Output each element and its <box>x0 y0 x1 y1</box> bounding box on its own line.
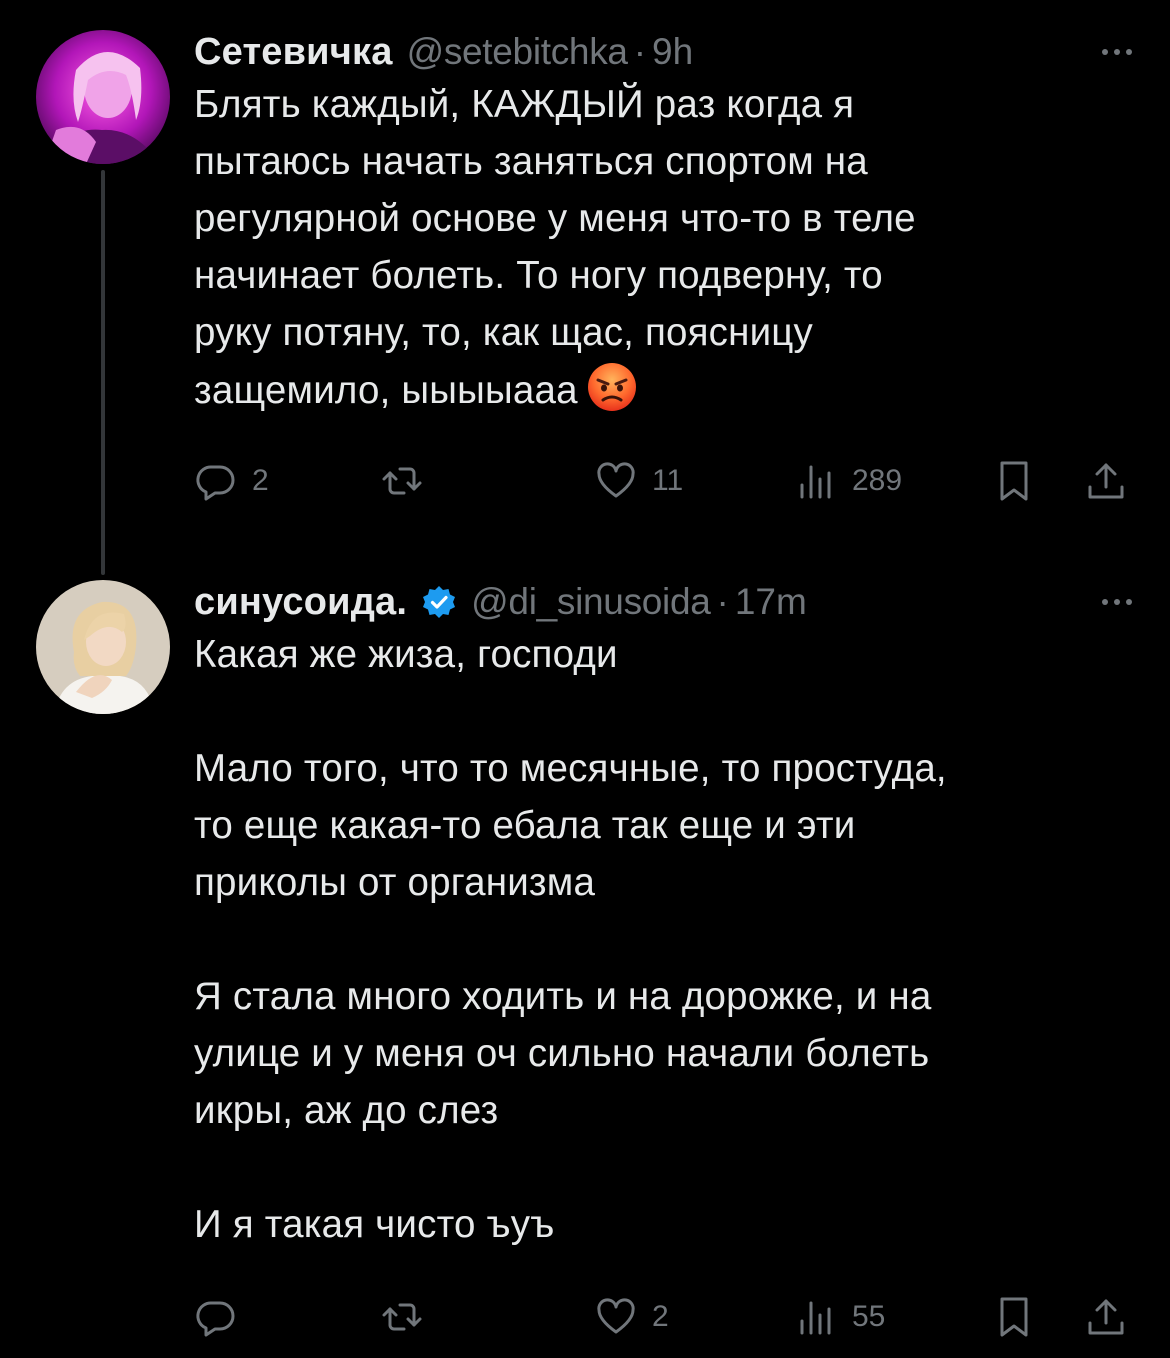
like-icon <box>597 1298 635 1334</box>
more-icon[interactable] <box>1092 578 1142 626</box>
paragraph: Блять каждый, КАЖДЫЙ раз когда я пытаюсь… <box>194 76 1134 419</box>
views-count: 55 <box>852 1300 886 1333</box>
timestamp[interactable]: 9h <box>652 28 693 76</box>
tweet-header: синусоида. @di_sinusoida · 17m <box>194 578 1134 626</box>
like-count: 2 <box>652 1300 669 1333</box>
text-line: регулярной основе у меня что-то в теле <box>194 197 916 240</box>
paragraph: Я стала много ходить и на дорожке, и на … <box>194 968 1134 1139</box>
tweet-text: Какая же жиза, господи Мало того, что то… <box>194 626 1134 1253</box>
reply-icon <box>196 1301 235 1337</box>
text-line: пытаюсь начать заняться спортом на <box>194 140 868 183</box>
tweet-header: Сетевичка @setebitchka · 9h <box>194 28 1134 76</box>
avatar-image <box>36 30 170 164</box>
paragraph: И я такая чисто ъуъ <box>194 1196 1134 1253</box>
retweet-icon <box>382 1303 422 1331</box>
tweet-text: Блять каждый, КАЖДЫЙ раз когда я пытаюсь… <box>194 76 1134 419</box>
share-icon <box>1088 463 1124 499</box>
retweet-button[interactable] <box>380 451 438 511</box>
user-handle[interactable]: @di_sinusoida <box>471 578 711 626</box>
views-icon <box>800 465 831 499</box>
separator-dot: · <box>716 581 729 622</box>
bookmark-button[interactable] <box>992 451 1036 511</box>
text-line: Мало того, что то месячные, то простуда, <box>194 747 947 790</box>
text-line: то еще какая-то ебала так еще и эти <box>194 804 856 847</box>
avatar[interactable] <box>36 30 170 164</box>
retweet-button[interactable] <box>380 1287 438 1347</box>
like-button[interactable]: 2 <box>594 1287 669 1347</box>
paragraph: Мало того, что то месячные, то простуда,… <box>194 740 1134 911</box>
thread-line <box>101 170 105 575</box>
user-handle[interactable]: @setebitchka <box>407 28 628 76</box>
like-count: 11 <box>652 464 684 497</box>
text-line: И я такая чисто ъуъ <box>194 1203 555 1246</box>
views-button[interactable]: 289 <box>794 451 902 511</box>
like-button[interactable]: 11 <box>594 451 683 511</box>
display-name[interactable]: Сетевичка <box>194 28 393 76</box>
verified-badge-icon[interactable] <box>421 584 457 620</box>
tweet-content: синусоида. @di_sinusoida · 17m Какая же … <box>194 578 1134 1253</box>
text-line: защемило, ыыыыааа <box>194 369 578 412</box>
paragraph: Какая же жиза, господи <box>194 626 1134 683</box>
views-count: 289 <box>852 464 903 497</box>
text-line: улице и у меня оч сильно начали болеть <box>194 1032 930 1075</box>
share-icon <box>1088 1299 1124 1335</box>
bookmark-button[interactable] <box>992 1287 1036 1347</box>
text-line-with-emoji: защемило, ыыыыааа <box>194 361 1134 419</box>
separator-dot: · <box>633 31 647 72</box>
avatar[interactable] <box>36 580 170 714</box>
more-icon[interactable] <box>1092 28 1142 76</box>
text-line: руку потяну, то, как щас, поясницу <box>194 311 814 354</box>
display-name[interactable]: синусоида. <box>194 578 407 626</box>
like-icon <box>597 462 635 498</box>
text-line: икры, аж до слез <box>194 1089 499 1132</box>
share-button[interactable] <box>1084 451 1128 511</box>
reply-icon <box>196 465 235 501</box>
timestamp[interactable]: 17m <box>735 578 807 626</box>
angry-face-emoji <box>587 363 636 411</box>
reply-button[interactable] <box>194 1287 252 1347</box>
share-button[interactable] <box>1084 1287 1128 1347</box>
tweet[interactable]: Сетевичка @setebitchka · 9h Блять каждый… <box>0 0 1170 575</box>
action-bar: 2 55 <box>194 1287 1134 1347</box>
text-line: приколы от организма <box>194 861 596 904</box>
bookmark-icon <box>1000 1297 1028 1337</box>
tweet-content: Сетевичка @setebitchka · 9h Блять каждый… <box>194 28 1134 419</box>
reply-count: 2 <box>252 464 269 497</box>
tweet[interactable]: синусоида. @di_sinusoida · 17m Какая же … <box>0 570 1170 1358</box>
text-line: Какая же жиза, господи <box>194 633 618 676</box>
text-line: Я стала много ходить и на дорожке, и на <box>194 975 932 1018</box>
reply-button[interactable]: 2 <box>194 451 269 511</box>
views-icon <box>800 1301 831 1335</box>
text-line: начинает болеть. То ногу подверну, то <box>194 254 883 297</box>
text-line: Блять каждый, КАЖДЫЙ раз когда я <box>194 83 855 126</box>
views-button[interactable]: 55 <box>794 1287 885 1347</box>
retweet-icon <box>382 467 422 495</box>
bookmark-icon <box>1000 461 1028 501</box>
action-bar: 2 11 289 <box>194 451 1134 511</box>
avatar-image <box>36 580 170 714</box>
